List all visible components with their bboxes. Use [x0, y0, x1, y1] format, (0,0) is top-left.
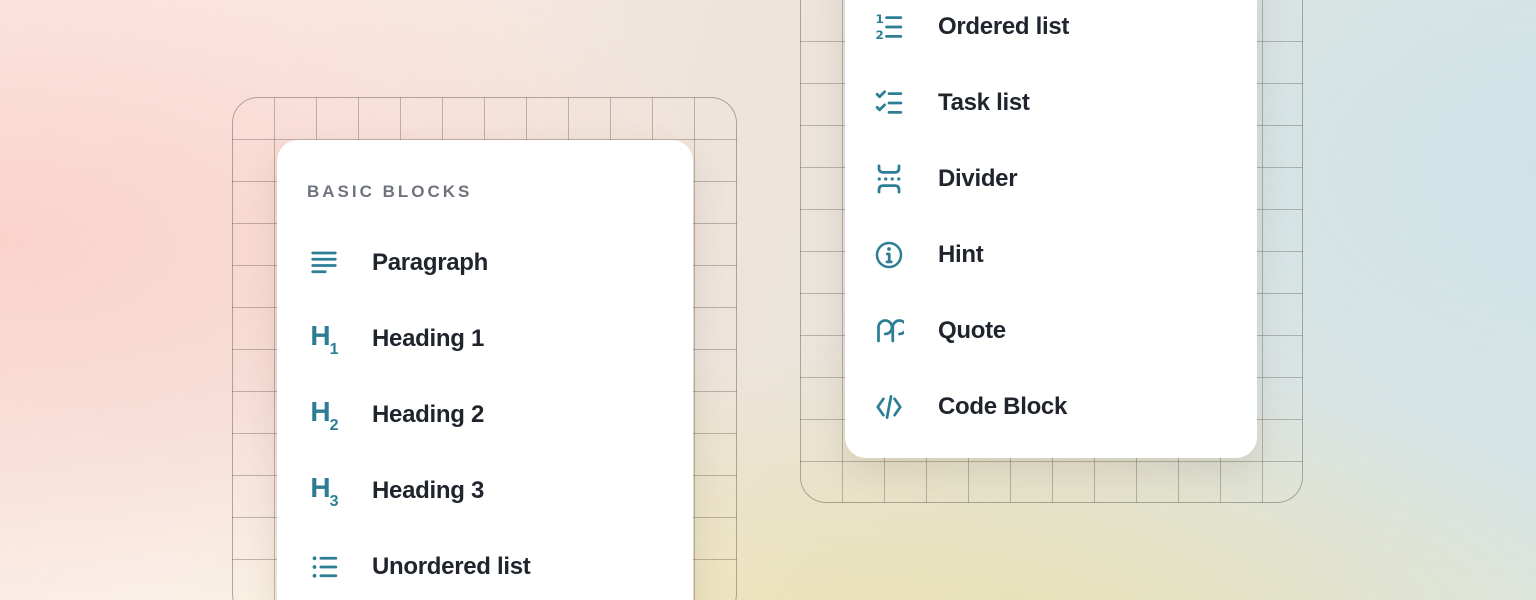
- basic-blocks-list: Paragraph H1 Heading 1 H2 Heading 2 H3 H…: [307, 225, 693, 600]
- menu-item-label: Code Block: [938, 393, 1067, 421]
- menu-item-label: Heading 1: [372, 325, 484, 353]
- divider-icon: [872, 162, 906, 196]
- unordered-list-icon: [307, 550, 341, 584]
- menu-item-label: Heading 2: [372, 401, 484, 429]
- menu-item-quote[interactable]: Quote: [872, 293, 1257, 369]
- menu-item-paragraph[interactable]: Paragraph: [307, 225, 693, 301]
- menu-item-code-block[interactable]: Code Block: [872, 369, 1257, 445]
- hero-background: { "colors": { "icon_teal": "#2d7e95", "l…: [0, 0, 1536, 600]
- basic-blocks-menu: BASIC BLOCKS Paragraph H1 Heading 1 H2 H…: [277, 140, 693, 600]
- menu-item-label: Quote: [938, 317, 1006, 345]
- menu-item-label: Paragraph: [372, 249, 488, 277]
- code-block-icon: [872, 390, 906, 424]
- menu-item-unordered-list[interactable]: Unordered list: [307, 529, 693, 600]
- heading-3-icon: H3: [307, 474, 341, 508]
- menu-item-label: Heading 3: [372, 477, 484, 505]
- svg-text:2: 2: [875, 28, 883, 42]
- section-label: BASIC BLOCKS: [307, 180, 693, 204]
- heading-2-icon: H2: [307, 398, 341, 432]
- paragraph-icon: [307, 246, 341, 280]
- menu-item-heading-2[interactable]: H2 Heading 2: [307, 377, 693, 453]
- menu-item-label: Divider: [938, 165, 1017, 193]
- menu-item-heading-3[interactable]: H3 Heading 3: [307, 453, 693, 529]
- menu-item-label: Hint: [938, 241, 983, 269]
- menu-item-label: Ordered list: [938, 13, 1069, 41]
- menu-item-heading-1[interactable]: H1 Heading 1: [307, 301, 693, 377]
- menu-item-hint[interactable]: Hint: [872, 217, 1257, 293]
- menu-item-task-list[interactable]: Task list: [872, 65, 1257, 141]
- menu-item-label: Unordered list: [372, 553, 531, 581]
- heading-1-icon: H1: [307, 322, 341, 356]
- ordered-list-icon: 1 2: [872, 10, 906, 44]
- quote-icon: [872, 314, 906, 348]
- menu-item-ordered-list[interactable]: 1 2 Ordered list: [872, 0, 1257, 65]
- more-blocks-list: 1 2 Ordered list Task list Divider Hint …: [872, 0, 1257, 445]
- svg-text:1: 1: [875, 12, 883, 26]
- menu-item-divider[interactable]: Divider: [872, 141, 1257, 217]
- hint-icon: [872, 238, 906, 272]
- task-list-icon: [872, 86, 906, 120]
- menu-item-label: Task list: [938, 89, 1030, 117]
- more-blocks-menu: 1 2 Ordered list Task list Divider Hint …: [845, 0, 1257, 458]
